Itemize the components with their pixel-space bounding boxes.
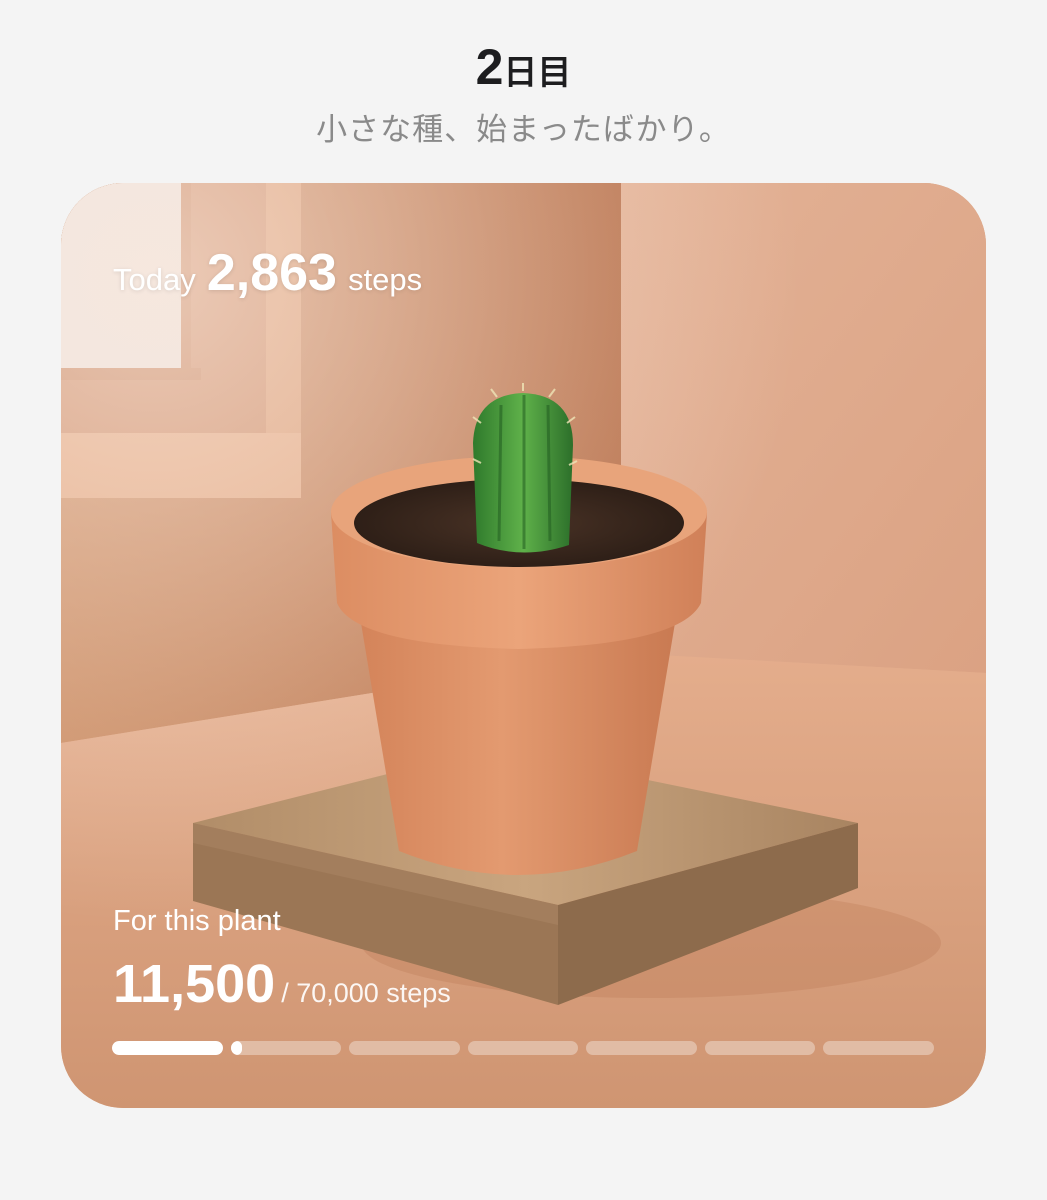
progress-segment bbox=[349, 1041, 460, 1055]
progress-segment bbox=[704, 1041, 816, 1055]
today-steps-row: Today 2,863 steps bbox=[113, 243, 422, 303]
today-label: Today bbox=[113, 262, 196, 297]
progress-segment bbox=[823, 1041, 935, 1055]
plant-steps-row: 11,500/ 70,000 steps bbox=[113, 953, 451, 1015]
plant-card[interactable]: Today 2,863 steps For this plant 11,500/… bbox=[61, 183, 986, 1108]
progress-segment bbox=[586, 1041, 697, 1055]
plant-progress-bar bbox=[112, 1041, 935, 1055]
today-steps-value: 2,863 bbox=[206, 244, 337, 302]
progress-segment bbox=[467, 1041, 579, 1055]
today-steps-unit: steps bbox=[348, 262, 423, 297]
plant-steps-value: 11,500 bbox=[113, 954, 276, 1014]
progress-segment bbox=[230, 1041, 342, 1055]
day-number: 2 bbox=[475, 39, 504, 95]
day-title: 2日目 bbox=[0, 38, 1047, 96]
plant-steps-total: / 70,000 steps bbox=[281, 978, 451, 1008]
subtitle: 小さな種、始まったばかり。 bbox=[316, 112, 731, 148]
progress-segment-fill bbox=[112, 1041, 223, 1055]
plant-label: For this plant bbox=[113, 905, 281, 937]
progress-segment bbox=[112, 1041, 223, 1055]
progress-segment-fill bbox=[230, 1041, 242, 1055]
day-suffix: 日目 bbox=[503, 53, 572, 93]
